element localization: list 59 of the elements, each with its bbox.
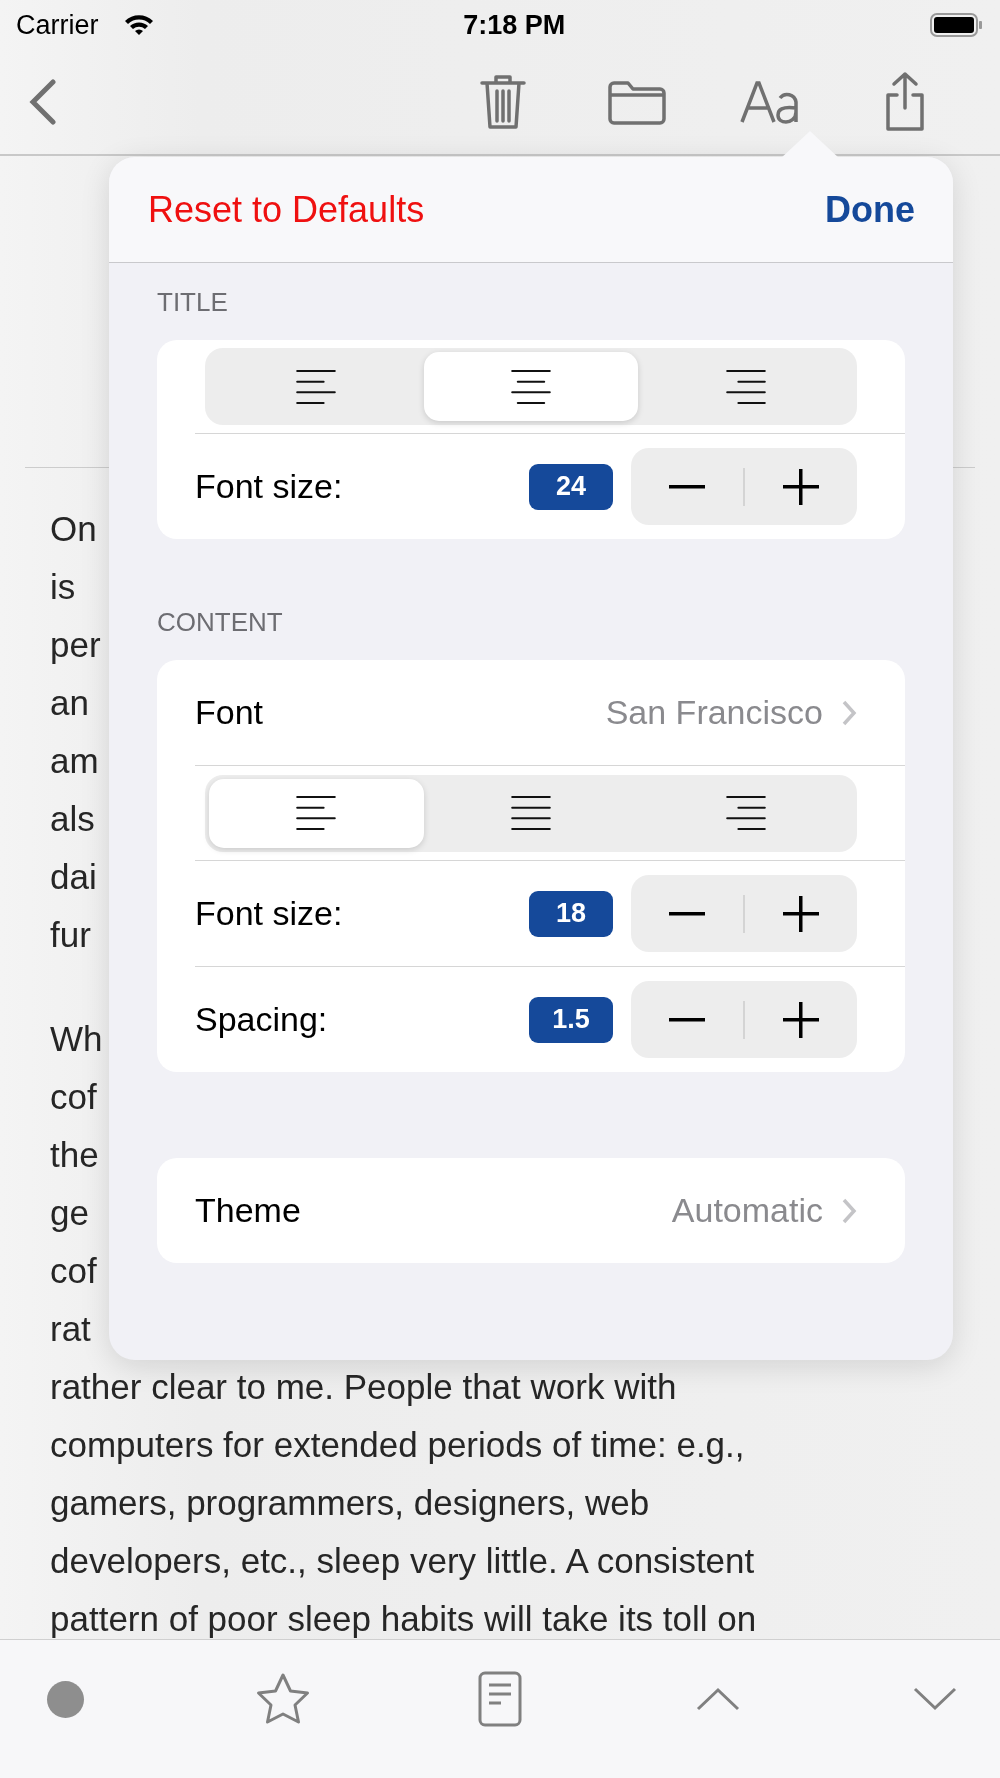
article-text-fragment: dai: [50, 856, 97, 898]
document-icon: [478, 1671, 522, 1727]
section-heading: TITLE: [157, 287, 228, 318]
reset-button[interactable]: Reset to Defaults: [148, 188, 425, 231]
article-text-fragment: On: [50, 508, 97, 550]
setting-label: Theme: [195, 1191, 302, 1230]
article-text-fragment: rat: [50, 1308, 91, 1350]
article-text-line: rather clear to me. People that work with: [50, 1366, 677, 1408]
chevron-right-icon: [841, 1196, 857, 1225]
article-text-fragment: the: [50, 1134, 99, 1176]
article-text-fragment: Wh: [50, 1018, 103, 1060]
value-badge: 1.5: [529, 996, 613, 1043]
article-text-fragment: als: [50, 798, 95, 840]
value-badge: 18: [529, 890, 613, 937]
article-text-fragment: ge: [50, 1192, 89, 1234]
plus-icon: [783, 468, 819, 505]
align-left-icon: [296, 369, 337, 404]
chevron-right-icon: [841, 698, 857, 727]
article-text-line: gamers, programmers, designers, web: [50, 1482, 650, 1524]
trash-icon: [480, 73, 526, 131]
plus-icon: [783, 1001, 819, 1038]
value-badge: 24: [529, 463, 613, 510]
minus-icon: [669, 1017, 705, 1022]
article-text-fragment: per: [50, 624, 101, 666]
minus-icon: [669, 484, 705, 489]
chevron-down-icon: [913, 1687, 957, 1711]
chevron-up-icon: [695, 1687, 740, 1711]
align-left-icon: [296, 796, 337, 830]
star-icon: [254, 1672, 311, 1726]
align-right-icon: [725, 369, 766, 404]
done-button[interactable]: Done: [825, 188, 915, 231]
status-time: 7:18 PM: [463, 9, 566, 41]
setting-label: Font size:: [195, 894, 344, 933]
article-text-fragment: am: [50, 740, 99, 782]
article-text-fragment: fur: [50, 914, 91, 956]
align-right-icon: [725, 796, 766, 830]
setting-label: Spacing:: [195, 1000, 329, 1039]
wifi-icon: [123, 12, 155, 36]
article-text-fragment: cof: [50, 1250, 97, 1292]
article-text-fragment: is: [50, 566, 76, 608]
minus-icon: [669, 911, 705, 916]
setting-label: Font size:: [195, 467, 344, 506]
article-text-fragment: an: [50, 682, 89, 724]
article-text-line: pattern of poor sleep habits will take its toll on: [50, 1598, 757, 1639]
carrier-label: Carrier: [16, 9, 99, 41]
article-text-fragment: cof: [50, 1076, 97, 1118]
setting-label: Font: [195, 693, 265, 732]
article-text-line: developers, etc., sleep very little. A consistent: [50, 1540, 755, 1582]
folder-icon: [607, 79, 667, 125]
setting-value[interactable]: San Francisco: [605, 693, 823, 732]
align-justify-icon: [511, 796, 551, 830]
chevron-left-icon: [28, 79, 58, 125]
plus-icon: [783, 895, 819, 932]
setting-value[interactable]: Automatic: [671, 1191, 823, 1230]
align-center-icon: [511, 369, 551, 404]
article-text-line: computers for extended periods of time: e.g.,: [50, 1424, 745, 1466]
battery-icon: [930, 13, 984, 37]
section-heading: CONTENT: [157, 607, 283, 638]
circle-icon: [46, 1680, 84, 1718]
